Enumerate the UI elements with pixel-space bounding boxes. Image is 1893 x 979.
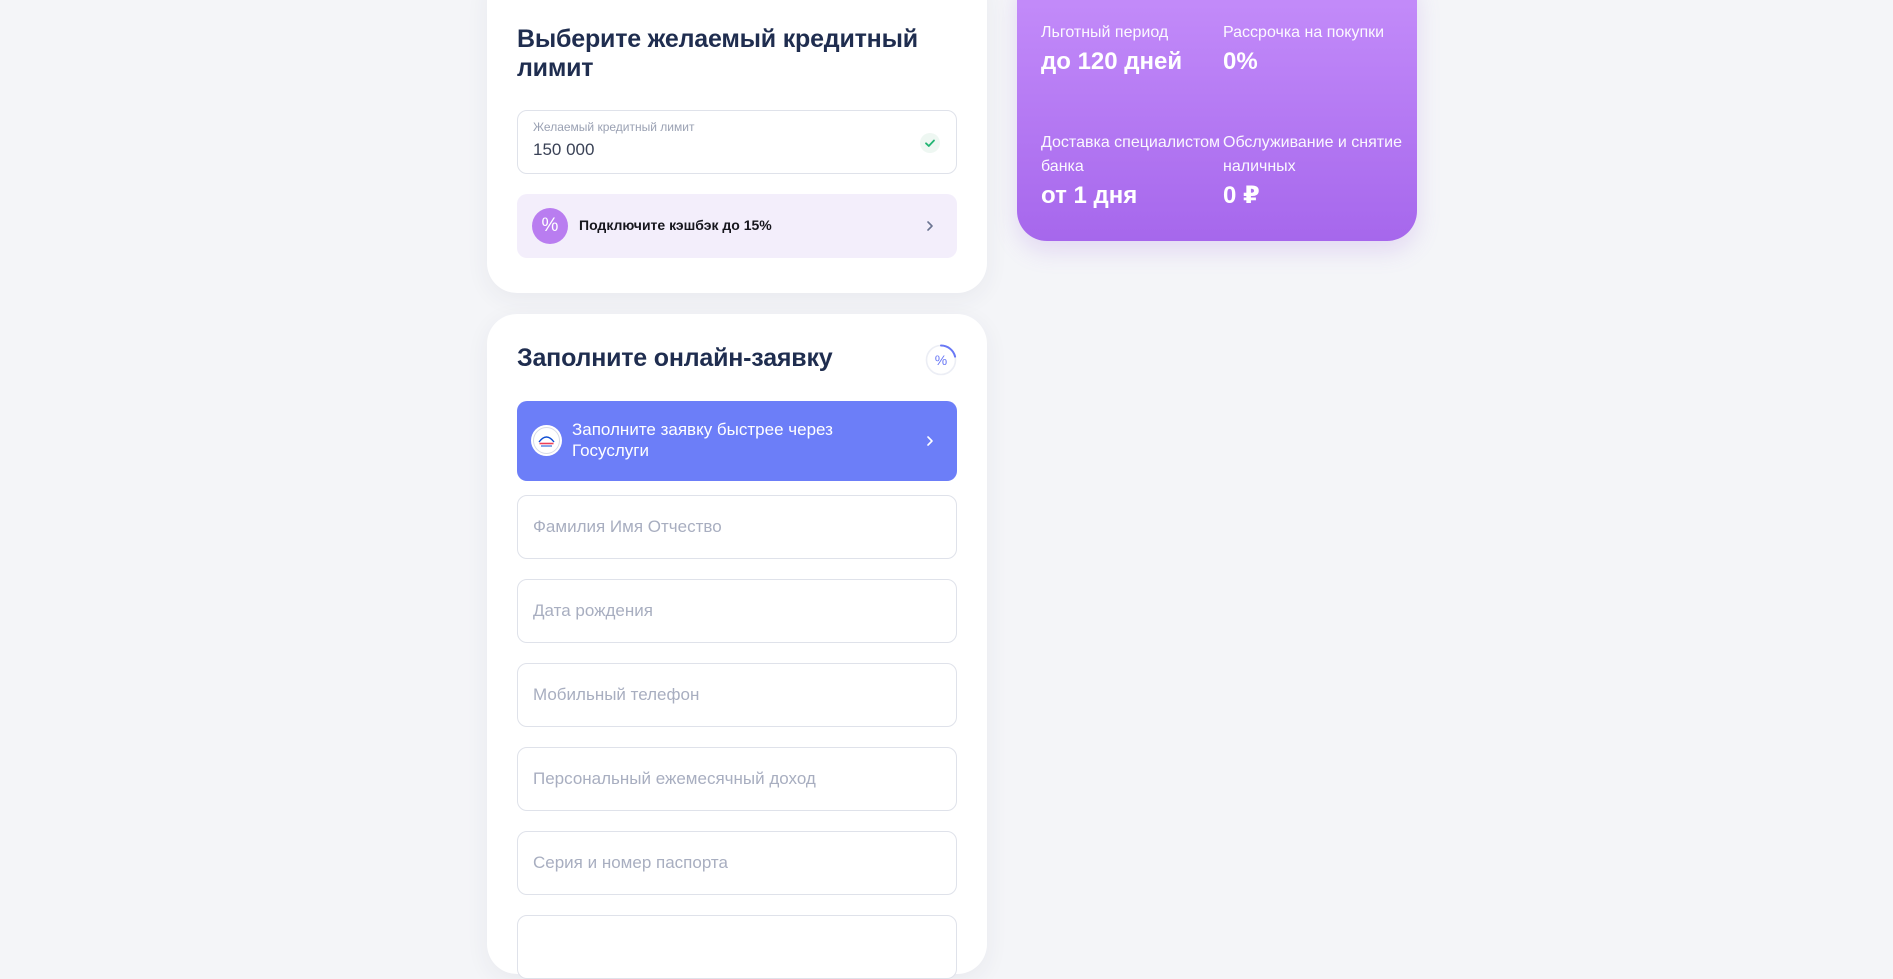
benefit-grace-label: Льготный период [1041, 24, 1169, 41]
full-name-input[interactable] [518, 496, 956, 558]
cashback-label: Подключите кэшбэк до 15% [579, 217, 772, 233]
benefit-installment-value: 0% [1223, 48, 1258, 75]
credit-limit-value[interactable]: 150 000 [533, 140, 594, 160]
gosuslugi-logo-icon [531, 425, 562, 456]
cashback-button[interactable]: % Подключите кэшбэк до 15% [517, 194, 957, 258]
application-title: Заполните онлайн-заявку [517, 344, 833, 372]
birth-date-field[interactable] [517, 579, 957, 643]
benefit-service-label: Обслуживание и снятие наличных [1223, 134, 1402, 175]
benefit-grace-period: Льготный период до 120 дней [1041, 21, 1211, 76]
monthly-income-field[interactable] [517, 747, 957, 811]
check-icon [920, 133, 940, 153]
credit-limit-field[interactable]: Желаемый кредитный лимит 150 000 [517, 110, 957, 174]
chevron-right-icon [927, 436, 933, 446]
credit-limit-card: Выберите желаемый кредитный лимит Желаем… [487, 0, 987, 293]
birth-date-input[interactable] [518, 580, 956, 642]
percent-icon: % [532, 208, 568, 244]
credit-limit-field-label: Желаемый кредитный лимит [533, 120, 695, 134]
progress-percent-symbol: % [934, 352, 948, 368]
mobile-phone-input[interactable] [518, 664, 956, 726]
chevron-right-icon [927, 221, 933, 231]
benefit-installment: Рассрочка на покупки 0% [1223, 21, 1393, 76]
full-name-field[interactable] [517, 495, 957, 559]
mobile-phone-field[interactable] [517, 663, 957, 727]
benefit-delivery-value: от 1 дня [1041, 182, 1138, 209]
card-benefits-panel: Льготный период до 120 дней Рассрочка на… [1017, 0, 1417, 241]
benefit-delivery: Доставка специалистом банка от 1 дня [1041, 131, 1221, 210]
benefit-grace-value: до 120 дней [1041, 48, 1183, 75]
monthly-income-input[interactable] [518, 748, 956, 810]
benefit-service: Обслуживание и снятие наличных 0 ₽ [1223, 131, 1403, 210]
gosuslugi-button[interactable]: Заполните заявку быстрее через Госуслуги [517, 401, 957, 481]
progress-indicator: % [925, 344, 957, 376]
credit-limit-title: Выберите желаемый кредитный лимит [517, 25, 918, 82]
passport-field[interactable] [517, 831, 957, 895]
benefit-service-value: 0 ₽ [1223, 182, 1260, 209]
benefit-installment-label: Рассрочка на покупки [1223, 24, 1385, 41]
gosuslugi-button-label: Заполните заявку быстрее через Госуслуги [572, 420, 833, 460]
passport-input[interactable] [518, 832, 956, 894]
application-form-card: Заполните онлайн-заявку % Заполните заяв… [487, 314, 987, 979]
benefit-delivery-label: Доставка специалистом банка [1041, 134, 1221, 175]
